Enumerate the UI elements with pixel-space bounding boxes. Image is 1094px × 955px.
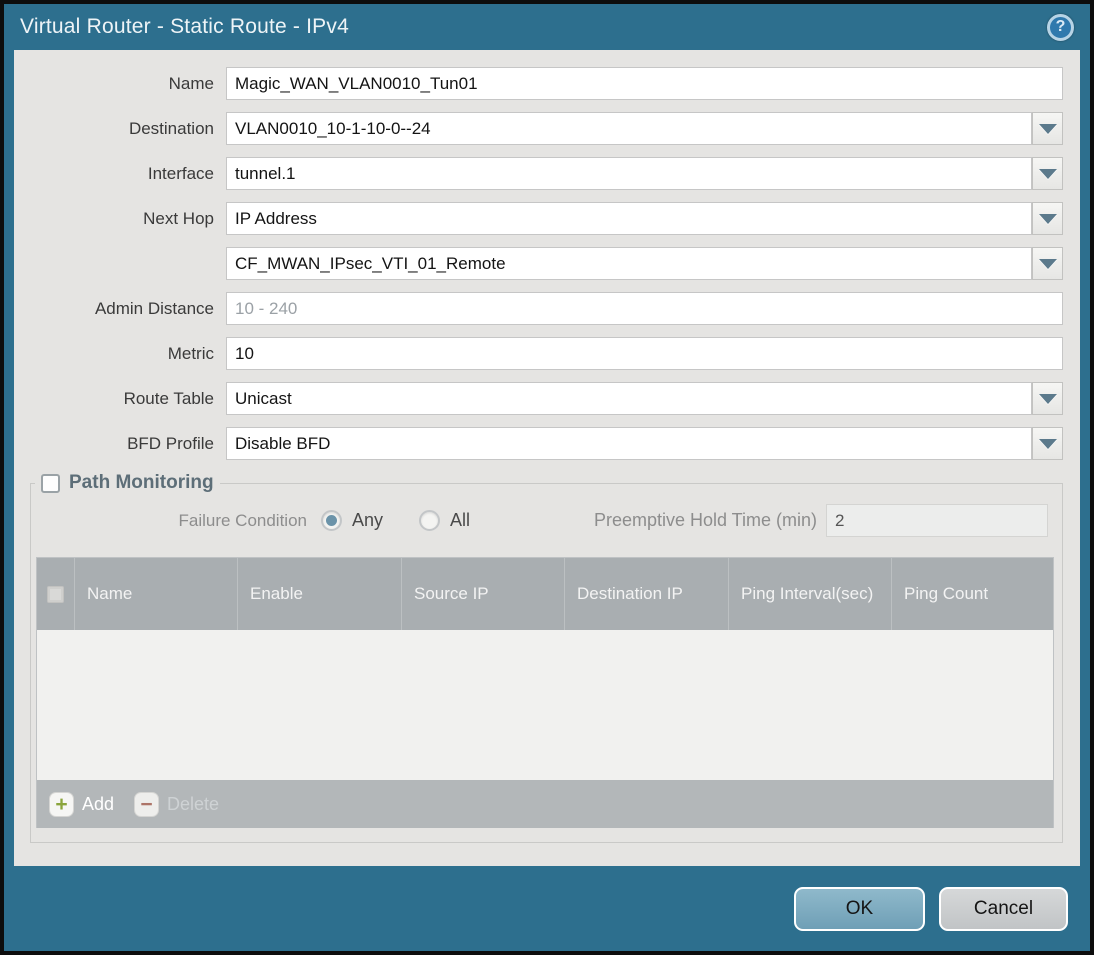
- interface-dropdown-button[interactable]: [1032, 157, 1063, 190]
- path-monitoring-section: Path Monitoring Failure Condition Any Al…: [30, 472, 1063, 843]
- next-hop-label: Next Hop: [143, 208, 214, 228]
- form-row-name: Name: [14, 67, 1063, 100]
- bfd-profile-label: BFD Profile: [127, 433, 214, 453]
- name-input[interactable]: [226, 67, 1063, 100]
- route-table-input[interactable]: [226, 382, 1032, 415]
- admin-distance-input[interactable]: [226, 292, 1063, 325]
- dialog-footer: OK Cancel: [4, 866, 1090, 951]
- name-label: Name: [168, 73, 214, 93]
- form-row-metric: Metric: [14, 337, 1063, 370]
- dialog-title: Virtual Router - Static Route - IPv4: [20, 15, 349, 38]
- add-button[interactable]: + Add: [49, 791, 115, 817]
- table-header-checkbox-cell: [37, 558, 74, 630]
- route-table-dropdown-button[interactable]: [1032, 382, 1063, 415]
- ok-button[interactable]: OK: [794, 886, 925, 931]
- next-hop-address-dropdown-button[interactable]: [1032, 247, 1063, 280]
- path-monitoring-legend: Path Monitoring: [35, 472, 220, 494]
- plus-icon: +: [49, 791, 74, 817]
- destination-dropdown-button[interactable]: [1032, 112, 1063, 145]
- path-monitoring-title: Path Monitoring: [69, 472, 214, 493]
- preemptive-hold-time-input[interactable]: [826, 504, 1048, 537]
- chevron-down-icon: [1038, 123, 1057, 134]
- admin-distance-label: Admin Distance: [94, 298, 214, 318]
- titlebar: Virtual Router - Static Route - IPv4 ?: [4, 4, 1090, 50]
- form-row-route-table: Route Table: [14, 382, 1063, 415]
- destination-label: Destination: [128, 118, 214, 138]
- table-toolbar: + Add − Delete: [37, 780, 1053, 828]
- chevron-down-icon: [1038, 168, 1057, 179]
- form-row-bfd-profile: BFD Profile: [14, 427, 1063, 460]
- table-body-empty: [37, 630, 1053, 780]
- chevron-down-icon: [1038, 258, 1057, 269]
- next-hop-dropdown-button[interactable]: [1032, 202, 1063, 235]
- path-monitoring-checkbox[interactable]: [41, 473, 60, 493]
- route-table-label: Route Table: [123, 388, 214, 408]
- next-hop-address-input[interactable]: [226, 247, 1032, 280]
- form-row-interface: Interface: [14, 157, 1063, 190]
- chevron-down-icon: [1038, 213, 1057, 224]
- delete-button-label: Delete: [167, 793, 220, 814]
- metric-input[interactable]: [226, 337, 1063, 370]
- destination-input[interactable]: [226, 112, 1032, 145]
- failure-condition-label: Failure Condition: [178, 510, 307, 530]
- bfd-profile-input[interactable]: [226, 427, 1032, 460]
- column-header-name[interactable]: Name: [74, 558, 237, 630]
- radio-any-label: Any: [352, 510, 384, 530]
- form-row-admin-distance: Admin Distance: [14, 292, 1063, 325]
- bfd-profile-dropdown-button[interactable]: [1032, 427, 1063, 460]
- interface-input[interactable]: [226, 157, 1032, 190]
- form-row-next-hop: Next Hop: [14, 202, 1063, 235]
- chevron-down-icon: [1038, 393, 1057, 404]
- column-header-ping-count[interactable]: Ping Count: [891, 558, 1053, 630]
- dialog-content: Name Destination Interface: [14, 50, 1080, 866]
- radio-any[interactable]: [321, 510, 342, 531]
- form-row-next-hop-address: [14, 247, 1063, 280]
- preemptive-hold-time-label: Preemptive Hold Time (min): [593, 510, 817, 530]
- interface-label: Interface: [147, 163, 214, 183]
- cancel-button[interactable]: Cancel: [939, 886, 1068, 931]
- chevron-down-icon: [1038, 438, 1057, 449]
- delete-button[interactable]: − Delete: [134, 791, 220, 817]
- radio-all[interactable]: [419, 510, 441, 531]
- preemptive-hold-time-group: Preemptive Hold Time (min): [594, 504, 1048, 537]
- select-all-checkbox[interactable]: [47, 585, 64, 603]
- next-hop-type-input[interactable]: [226, 202, 1032, 235]
- dialog-window: Virtual Router - Static Route - IPv4 ? N…: [0, 0, 1094, 955]
- table-header: Name Enable Source IP Destination IP Pin…: [37, 558, 1053, 630]
- radio-all-label: All: [450, 510, 471, 530]
- column-header-destination-ip[interactable]: Destination IP: [564, 558, 728, 630]
- form-row-destination: Destination: [14, 112, 1063, 145]
- add-button-label: Add: [82, 793, 115, 814]
- failure-condition-row: Failure Condition Any All Preemptive Hol…: [31, 504, 1048, 537]
- help-icon[interactable]: ?: [1047, 13, 1074, 41]
- metric-label: Metric: [167, 343, 214, 363]
- column-header-source-ip[interactable]: Source IP: [401, 558, 564, 630]
- column-header-enable[interactable]: Enable: [237, 558, 401, 630]
- dialog-frame: Virtual Router - Static Route - IPv4 ? N…: [4, 4, 1090, 951]
- path-monitoring-table: Name Enable Source IP Destination IP Pin…: [36, 557, 1054, 828]
- failure-condition-radio-group: Any All: [307, 510, 492, 531]
- column-header-ping-interval[interactable]: Ping Interval(sec): [728, 558, 891, 630]
- minus-icon: −: [134, 791, 160, 817]
